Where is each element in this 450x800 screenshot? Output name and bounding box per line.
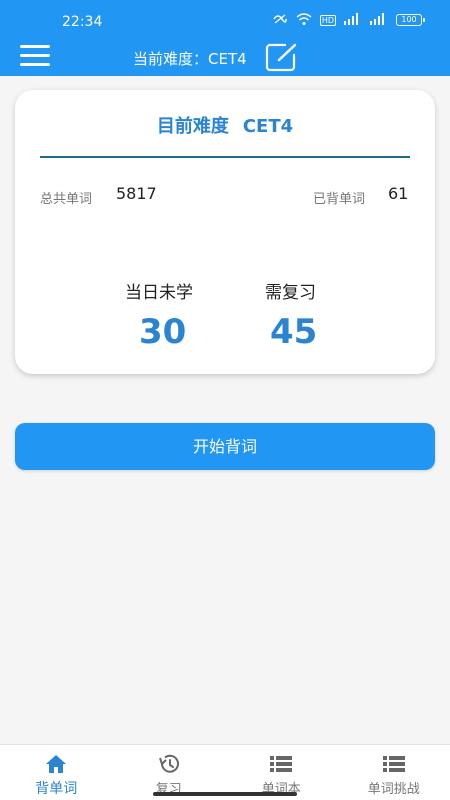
signal-icon-2 [370,13,388,27]
hd-badge: HD [319,14,336,26]
menu-icon-line [20,45,50,48]
card-title-label: 目前难度 [156,116,229,137]
nav-label: 单词挑战 [367,782,420,797]
wifi-icon [296,13,312,27]
history-icon [158,754,179,773]
card-title-value: CET4 [242,116,294,137]
battery-icon: 100 [396,14,425,26]
nav-label: 背单词 [35,781,78,797]
card-divider [40,156,410,158]
menu-icon-line [20,63,50,66]
learned-words-value: 61 [388,184,409,203]
edit-difficulty-button[interactable] [265,42,299,72]
start-memorize-button[interactable]: 开始背词 [15,423,435,470]
nfc-icon [272,13,288,27]
menu-button[interactable] [20,45,50,67]
menu-icon-line [20,54,50,57]
total-words-value: 5817 [116,184,157,203]
card-title: 目前难度 CET4 [15,112,435,138]
top-bar: 22:34 HD 100 当前难度：CET4 [0,0,450,76]
list-icon [270,756,293,772]
status-icons: HD 100 [272,13,425,27]
review-value: 45 [270,312,318,352]
total-words-label: 总共单词 [40,192,93,207]
unlearned-today-value: 30 [139,312,187,352]
review-label: 需复习 [265,283,316,303]
status-time: 22:34 [62,14,103,30]
home-icon [46,755,67,773]
unlearned-today-label: 当日未学 [125,283,193,303]
nav-item-memorize[interactable]: 背单词 [0,745,113,800]
nav-item-challenge[interactable]: 单词挑战 [338,745,450,800]
signal-icon-1 [344,13,362,27]
edit-icon [265,43,297,72]
list-icon [382,756,405,772]
home-indicator[interactable] [153,792,297,796]
learned-words-label: 已背单词 [313,192,366,207]
current-difficulty-label: 当前难度：CET4 [133,50,247,68]
stats-card: 目前难度 CET4 总共单词 5817 已背单词 61 当日未学 30 需复习 4… [15,90,435,374]
status-bar: 22:34 HD 100 [0,0,450,42]
